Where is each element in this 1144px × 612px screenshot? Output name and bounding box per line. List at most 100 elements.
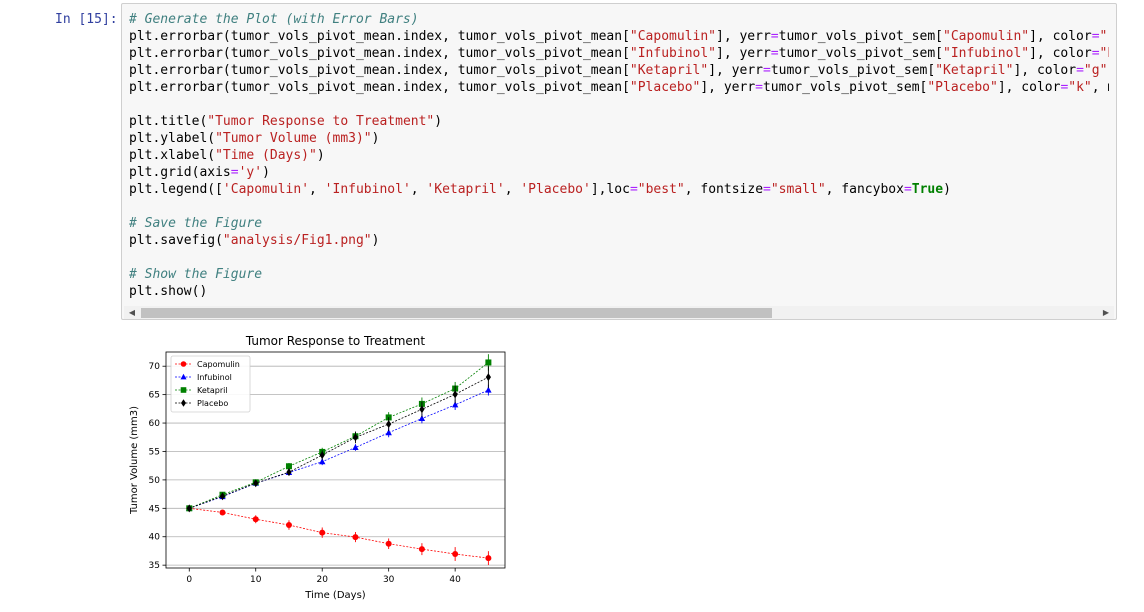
code-line: # Show the Figure [129, 266, 1109, 283]
code-token: tumor_vols_pivot_sem[ [778, 46, 943, 61]
code-token: ], yerr [700, 80, 756, 95]
data-point [452, 551, 459, 558]
code-token: ], yerr [716, 29, 771, 44]
code-token: plt.title( [129, 114, 208, 129]
code-line: plt.errorbar(tumor_vols_pivot_mean.index… [129, 28, 1109, 45]
data-point [485, 359, 492, 366]
x-tick-label: 20 [316, 575, 328, 585]
data-point [418, 546, 425, 553]
code-token: plt.errorbar(tumor_vols_pivot_mean.index… [129, 80, 630, 95]
code-token: , [504, 182, 521, 197]
code-editor[interactable]: # Generate the Plot (with Error Bars) plt… [129, 11, 1109, 300]
scroll-left-icon[interactable]: ◀ [124, 306, 140, 319]
legend-marker [180, 361, 187, 367]
code-token: "best" [637, 182, 685, 197]
data-point [485, 555, 492, 562]
cell-output: 0 10 20 30 40 35 40 45 50 55 60 65 70 Tumor Response … [121, 322, 541, 608]
code-token: plt.savefig( [129, 233, 223, 248]
y-tick-label: 65 [149, 391, 160, 401]
code-token: = [230, 165, 239, 180]
x-tick-label: 30 [383, 575, 395, 585]
code-token: "Capomulin" [629, 29, 716, 44]
code-token: "g" [1083, 63, 1108, 78]
code-token: = [629, 182, 638, 197]
code-token: ], yerr [708, 63, 763, 78]
code-token: , [410, 182, 427, 197]
code-token: 'Placebo' [520, 182, 591, 197]
code-token: plt.show() [129, 284, 208, 299]
code-line: plt.grid(axis='y') [129, 164, 1109, 181]
code-cell[interactable]: # Generate the Plot (with Error Bars) plt… [121, 3, 1117, 320]
code-token: # Save the Figure [129, 216, 263, 231]
code-token: "analysis/Fig1.png" [222, 233, 372, 248]
data-point [285, 522, 292, 529]
y-tick-label: 60 [149, 419, 161, 429]
code-token: "Time (Days)" [215, 148, 317, 163]
y-tick-label: 55 [149, 447, 160, 457]
legend-marker [180, 387, 187, 393]
code-token: "Placebo" [927, 80, 998, 95]
scroll-right-icon[interactable]: ▶ [1098, 306, 1114, 319]
y-tick-label: 45 [149, 504, 160, 514]
y-tick-label: 70 [149, 362, 161, 372]
legend-label: Infubinol [197, 373, 232, 382]
code-token: tumor_vols_pivot_sem[ [770, 63, 936, 78]
code-line: # Save the Figure [129, 215, 1109, 232]
code-line: plt.errorbar(tumor_vols_pivot_mean.index… [129, 45, 1109, 62]
data-point [319, 529, 326, 536]
code-token: "b" [1099, 46, 1109, 61]
code-token: "Capomulin" [943, 29, 1030, 44]
code-line: plt.errorbar(tumor_vols_pivot_mean.index… [129, 62, 1109, 79]
code-token: ],loc [590, 182, 630, 197]
code-token: plt.legend([ [129, 182, 223, 197]
code-token: , mark [1091, 80, 1109, 95]
cell-prompt: In [15]: [55, 12, 118, 27]
data-point [219, 509, 226, 516]
code-line: plt.title("Tumor Response to Treatment") [129, 113, 1109, 130]
code-token: = [1091, 29, 1100, 44]
code-token: "r" [1099, 29, 1109, 44]
code-token: plt.xlabel( [129, 148, 216, 163]
code-token: plt.ylabel( [129, 131, 216, 146]
data-point [385, 540, 392, 547]
code-token: "Ketapril" [935, 63, 1014, 78]
code-token: ], color [1013, 63, 1077, 78]
code-token: = [770, 29, 779, 44]
legend-label: Placebo [197, 399, 228, 408]
code-token: ], color [1029, 46, 1092, 61]
code-line: plt.savefig("analysis/Fig1.png") [129, 232, 1109, 249]
horizontal-scrollbar[interactable]: ◀ ▶ [124, 306, 1114, 319]
x-tick-label: 0 [186, 575, 192, 585]
tumor-response-chart: 0 10 20 30 40 35 40 45 50 55 60 65 70 Tumor Response … [129, 334, 506, 601]
code-token: = [1091, 46, 1100, 61]
code-token: 'Capomulin' [222, 182, 310, 197]
code-line: # Generate the Plot (with Error Bars) [129, 11, 1109, 28]
code-token: 'Ketapril' [426, 182, 505, 197]
code-token: = [1076, 63, 1084, 78]
code-token: "Infubinol" [943, 46, 1030, 61]
code-token: 'y' [238, 165, 263, 180]
code-token: = [903, 182, 912, 197]
data-point [352, 534, 359, 541]
y-tick-label: 40 [149, 533, 161, 543]
code-token: = [755, 80, 763, 95]
code-token: , fancybox [825, 182, 904, 197]
y-axis-label: Tumor Volume (mm3) [129, 406, 140, 515]
code-token: "small" [770, 182, 826, 197]
code-token: ) [371, 131, 380, 146]
code-token: , [309, 182, 325, 197]
x-tick-label: 10 [250, 575, 262, 585]
code-token: "Placebo" [629, 80, 701, 95]
code-token: "Infubinol" [629, 46, 716, 61]
data-point [252, 516, 259, 523]
code-token: ) [943, 182, 951, 197]
y-tick-label: 50 [149, 476, 161, 486]
code-token: ) [316, 148, 325, 163]
code-token: plt.errorbar(tumor_vols_pivot_mean.index… [129, 63, 630, 78]
code-token: ], color [1029, 29, 1092, 44]
scrollbar-thumb[interactable] [141, 308, 772, 318]
code-line: plt.legend(['Capomulin', 'Infubinol', 'K… [129, 181, 1109, 198]
